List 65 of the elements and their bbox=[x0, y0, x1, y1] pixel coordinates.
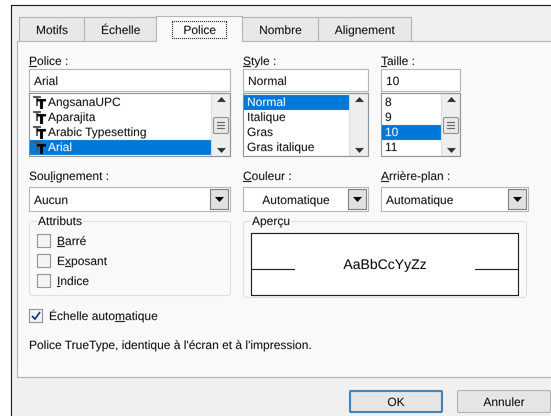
field-label: Style : bbox=[243, 53, 278, 69]
caret-icon bbox=[353, 197, 362, 202]
field-label: Soulignement : bbox=[29, 168, 110, 184]
text-field[interactable]: Arial bbox=[29, 69, 231, 92]
list-item[interactable]: 8 bbox=[382, 95, 441, 110]
scroll-down-icon[interactable] bbox=[216, 148, 226, 153]
tab[interactable]: Police bbox=[156, 16, 244, 42]
text-field[interactable]: Normal bbox=[243, 69, 369, 92]
scroll-up-icon[interactable] bbox=[216, 97, 226, 102]
info-text: Police TrueType, identique à l'écran et à l'impression. bbox=[29, 337, 313, 354]
list-box[interactable]: 8 9 10 11 bbox=[381, 93, 461, 157]
field-label: Taille : bbox=[381, 53, 416, 69]
list-item[interactable]: Arial bbox=[30, 140, 211, 155]
check-icon bbox=[31, 311, 41, 321]
tab[interactable]: Motifs bbox=[19, 17, 86, 41]
field-label: Police : bbox=[29, 53, 70, 69]
scroll-up-icon[interactable] bbox=[446, 97, 456, 102]
checkbox-label: Indice bbox=[57, 273, 90, 290]
field-label: Arrière-plan : bbox=[381, 168, 452, 184]
field-label: Couleur : bbox=[243, 168, 293, 184]
scrollbar[interactable] bbox=[349, 94, 368, 156]
checkbox-label: Barré bbox=[57, 233, 86, 250]
list-item[interactable]: 11 bbox=[382, 140, 441, 155]
caret-icon bbox=[215, 197, 224, 202]
list-item[interactable]: 9 bbox=[382, 110, 441, 125]
text-field[interactable]: 10 bbox=[381, 69, 461, 92]
checkbox[interactable] bbox=[29, 309, 43, 323]
list-box[interactable]: Normal Italique Gras Gras italique bbox=[243, 93, 369, 157]
tab[interactable]: Alignement bbox=[318, 17, 412, 41]
checkbox[interactable] bbox=[37, 254, 51, 268]
preview-text: AaBbCcYyZz bbox=[342, 255, 428, 274]
list-box[interactable]: AngsanaUPC Aparajita Arabic Typesetting Arial bbox=[29, 93, 231, 157]
list-item[interactable]: Arabic Typesetting bbox=[30, 125, 211, 140]
scrollbar[interactable] bbox=[441, 94, 460, 156]
tab[interactable]: Échelle bbox=[84, 17, 158, 41]
caret-icon bbox=[513, 197, 522, 202]
truetype-icon bbox=[33, 111, 46, 124]
truetype-icon bbox=[33, 96, 46, 109]
truetype-icon bbox=[33, 126, 46, 139]
group-title: Aperçu bbox=[251, 214, 292, 228]
tab[interactable]: Nombre bbox=[242, 17, 319, 41]
dialog-button[interactable]: Annuler bbox=[457, 390, 551, 413]
scroll-thumb[interactable] bbox=[443, 116, 459, 134]
scroll-down-icon[interactable] bbox=[446, 148, 456, 153]
dialog-button[interactable]: OK bbox=[349, 390, 443, 413]
scroll-down-icon[interactable] bbox=[354, 148, 364, 153]
list-item[interactable]: AngsanaUPC bbox=[30, 95, 211, 110]
list-item[interactable]: Gras bbox=[244, 125, 349, 140]
dropdown[interactable]: Automatique bbox=[243, 187, 369, 212]
checkbox-label: Exposant bbox=[57, 253, 108, 270]
checkbox-label: Échelle automatique bbox=[49, 308, 158, 325]
dropdown[interactable]: Automatique bbox=[381, 187, 529, 212]
truetype-icon bbox=[33, 141, 46, 154]
list-item[interactable]: Italique bbox=[244, 110, 349, 125]
dropdown[interactable]: Aucun bbox=[29, 187, 231, 212]
list-item[interactable]: Aparajita bbox=[30, 110, 211, 125]
group-title: Attributs bbox=[37, 214, 84, 228]
list-item[interactable]: 10 bbox=[382, 125, 441, 140]
scroll-up-icon[interactable] bbox=[354, 97, 364, 102]
list-item[interactable]: Normal bbox=[244, 95, 349, 110]
list-item[interactable]: Gras italique bbox=[244, 140, 349, 155]
checkbox[interactable] bbox=[37, 274, 51, 288]
scrollbar[interactable] bbox=[211, 94, 230, 156]
scroll-thumb[interactable] bbox=[213, 116, 229, 134]
checkbox[interactable] bbox=[37, 234, 51, 248]
